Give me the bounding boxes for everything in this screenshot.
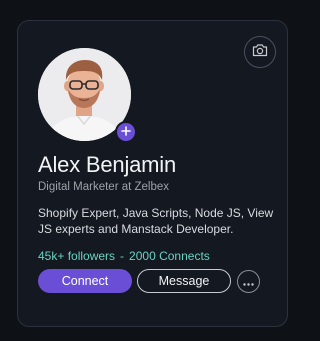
connect-button[interactable]: Connect xyxy=(38,269,132,293)
more-horizontal-icon xyxy=(243,274,254,289)
profile-name: Alex Benjamin xyxy=(38,152,177,177)
camera-icon xyxy=(252,43,268,62)
plus-icon xyxy=(121,123,131,141)
stats-separator: - xyxy=(120,249,125,263)
profile-actions: Connect Message xyxy=(38,269,260,293)
add-photo-button[interactable] xyxy=(115,121,137,143)
followers-count[interactable]: 45k+ followers xyxy=(38,249,115,263)
profile-bio: Shopify Expert, Java Scripts, Node JS, V… xyxy=(38,206,274,236)
avatar-container xyxy=(38,48,137,143)
more-options-button[interactable] xyxy=(237,269,260,293)
message-button[interactable]: Message xyxy=(137,269,231,293)
profile-stats: 45k+ followers -2000 Connects xyxy=(38,249,210,263)
profile-role: Digital Marketer at Zelbex xyxy=(38,181,170,193)
connections-count[interactable]: 2000 Connects xyxy=(129,249,210,263)
profile-card: Alex Benjamin Digital Marketer at Zelbex… xyxy=(17,20,288,327)
change-cover-button[interactable] xyxy=(244,36,276,68)
